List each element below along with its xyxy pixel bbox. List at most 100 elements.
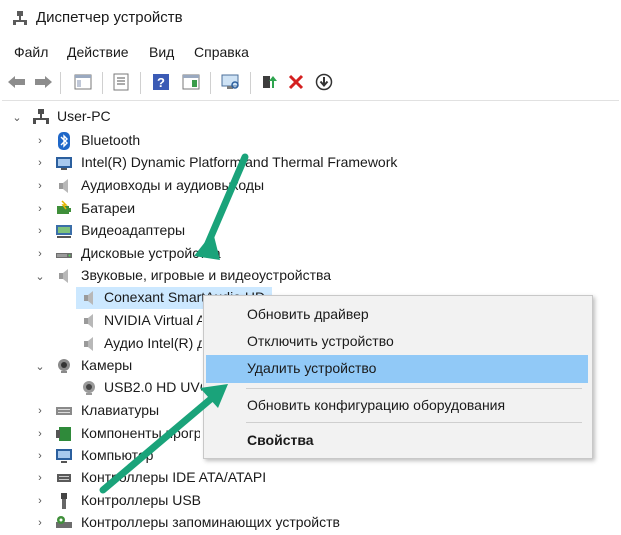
speaker-icon	[84, 337, 93, 351]
storage-controller-icon	[56, 516, 72, 528]
speaker-icon	[84, 314, 93, 328]
uninstall-x-icon[interactable]	[285, 71, 307, 93]
sound-device-icon	[59, 269, 68, 283]
menu-item-scan-hardware[interactable]: Обновить конфигурацию оборудования	[206, 392, 588, 420]
tree-item-label: Дисковые устройства	[81, 245, 221, 261]
menu-separator	[246, 422, 582, 423]
tree-item-batteries[interactable]: › Батареи	[0, 198, 600, 220]
svg-text:?: ?	[157, 75, 165, 90]
chevron-right-icon[interactable]: ›	[35, 225, 45, 237]
menu-item-properties[interactable]: Свойства	[206, 427, 588, 455]
menu-help[interactable]: Справка	[194, 44, 249, 60]
toolbar: ?	[0, 66, 621, 100]
properties-icon[interactable]	[110, 71, 132, 93]
menu-item-disable-device[interactable]: Отключить устройство	[206, 328, 588, 356]
back-arrow-icon[interactable]	[6, 71, 28, 93]
chevron-right-icon[interactable]: ›	[35, 450, 45, 462]
tree-item-computer[interactable]: › Компьютер	[0, 445, 200, 467]
tree-item-keyboards[interactable]: › Клавиатуры	[0, 400, 200, 422]
help-icon[interactable]: ?	[150, 71, 172, 93]
tree-item-label: Контроллеры USB	[81, 492, 201, 508]
title-bar: Диспетчер устройств	[0, 0, 621, 38]
chevron-right-icon[interactable]: ›	[35, 428, 45, 440]
computer-icon	[56, 449, 72, 463]
tree-item-label: Bluetooth	[81, 132, 141, 148]
chevron-right-icon[interactable]: ›	[35, 135, 45, 147]
computer-board-icon	[56, 157, 72, 170]
menu-item-label: Отключить устройство	[247, 333, 394, 349]
update-driver-icon[interactable]	[258, 71, 280, 93]
tree-item-display-adapters[interactable]: › Видеоадаптеры	[0, 220, 600, 242]
menu-item-update-driver[interactable]: Обновить драйвер	[206, 301, 588, 329]
chevron-right-icon[interactable]: ›	[35, 517, 45, 529]
scan-hardware-icon[interactable]	[220, 71, 242, 93]
tree-item-label: Звуковые, игровые и видеоустройства	[81, 267, 332, 283]
tree-item-intel-display-audio[interactable]: Аудио Intel(R) для дисплеев	[76, 333, 202, 355]
tree-item-nvidia-audio[interactable]: NVIDIA Virtual Audio Device	[76, 310, 202, 332]
tree-root-label: User-PC	[57, 108, 111, 124]
tree-item-usb-controllers[interactable]: › Контроллеры USB	[0, 490, 600, 512]
menu-item-label: Обновить драйвер	[247, 306, 369, 322]
tree-item-label: Видеоадаптеры	[81, 222, 186, 238]
tree-item-label: Intel(R) Dynamic Platform and Thermal Fr…	[81, 154, 398, 170]
tree-item-label: Компоненты программного обеспечения	[81, 425, 200, 441]
battery-icon	[57, 200, 71, 214]
tree-item-label: Клавиатуры	[81, 402, 160, 418]
menu-item-label: Свойства	[247, 432, 314, 448]
tree-item-label: NVIDIA Virtual Audio Device	[104, 312, 202, 328]
tree-item-label: Батареи	[81, 200, 136, 216]
tree-item-sound-devices[interactable]: ⌄ Звуковые, игровые и видеоустройства	[0, 265, 600, 287]
show-hide-tree-icon[interactable]	[72, 71, 94, 93]
tree-root[interactable]: ⌄ User-PC	[0, 106, 600, 128]
tree-item-storage-controllers[interactable]: › Контроллеры запоминающих устройств	[0, 512, 600, 534]
tree-item-bluetooth[interactable]: › Bluetooth	[0, 130, 600, 152]
tree-item-ide-controllers[interactable]: › Контроллеры IDE ATA/ATAPI	[0, 467, 600, 489]
display-adapter-icon	[56, 225, 72, 238]
disk-drive-icon	[56, 253, 72, 258]
chevron-right-icon[interactable]: ›	[35, 248, 45, 260]
menu-view[interactable]: Вид	[149, 44, 174, 60]
menu-item-label: Обновить конфигурацию оборудования	[247, 397, 506, 413]
tree-item-software-components[interactable]: › Компоненты программного обеспечения	[0, 423, 200, 445]
menu-item-uninstall-device[interactable]: Удалить устройство	[206, 355, 588, 383]
tree-item-label: Контроллеры IDE ATA/ATAPI	[81, 469, 267, 485]
computer-root-icon	[33, 109, 49, 124]
usb-icon	[61, 493, 67, 509]
forward-arrow-icon[interactable]	[32, 71, 54, 93]
tree-item-label: Камеры	[81, 357, 133, 373]
menu-bar: Файл Действие Вид Справка	[0, 40, 621, 66]
tree-item-label: Аудио Intel(R) для дисплеев	[104, 335, 202, 351]
tree-item-label: Компьютер	[81, 447, 154, 463]
chevron-right-icon[interactable]: ›	[35, 495, 45, 507]
tree-item-audio-io[interactable]: › Аудиовходы и аудиовыходы	[0, 175, 600, 197]
speaker-icon	[84, 291, 93, 305]
bluetooth-icon	[58, 132, 70, 150]
chevron-right-icon[interactable]: ›	[35, 157, 45, 169]
context-menu: Обновить драйвер Отключить устройство Уд…	[203, 295, 593, 459]
chevron-right-icon[interactable]: ›	[35, 472, 45, 484]
menu-file[interactable]: Файл	[14, 44, 48, 60]
ide-controller-icon	[57, 474, 71, 482]
tree-item-disk-drives[interactable]: › Дисковые устройства	[0, 243, 600, 265]
device-manager-app-icon	[13, 11, 27, 25]
menu-item-label: Удалить устройство	[247, 360, 377, 376]
chevron-down-icon[interactable]: ⌄	[12, 112, 22, 124]
chevron-right-icon[interactable]: ›	[35, 405, 45, 417]
speaker-icon	[59, 179, 68, 193]
webcam-icon	[83, 381, 95, 395]
menu-separator	[246, 388, 582, 389]
chevron-right-icon[interactable]: ›	[35, 180, 45, 192]
chevron-right-icon[interactable]: ›	[35, 203, 45, 215]
tree-item-label: Аудиовходы и аудиовыходы	[81, 177, 265, 193]
tree-item-label: USB2.0 HD UVC WebCam	[104, 379, 202, 395]
menu-action[interactable]: Действие	[67, 44, 129, 60]
disable-device-icon[interactable]	[313, 71, 335, 93]
tree-item-webcam[interactable]: USB2.0 HD UVC WebCam	[76, 377, 202, 399]
tree-item-cameras[interactable]: ⌄ Камеры	[0, 355, 200, 377]
chevron-down-icon[interactable]: ⌄	[35, 271, 45, 283]
camera-icon	[58, 359, 70, 373]
chevron-down-icon[interactable]: ⌄	[35, 361, 45, 373]
window-title: Диспетчер устройств	[36, 9, 183, 26]
console-view-icon[interactable]	[180, 71, 202, 93]
tree-item-intel-dptf[interactable]: › Intel(R) Dynamic Platform and Thermal …	[0, 152, 600, 174]
